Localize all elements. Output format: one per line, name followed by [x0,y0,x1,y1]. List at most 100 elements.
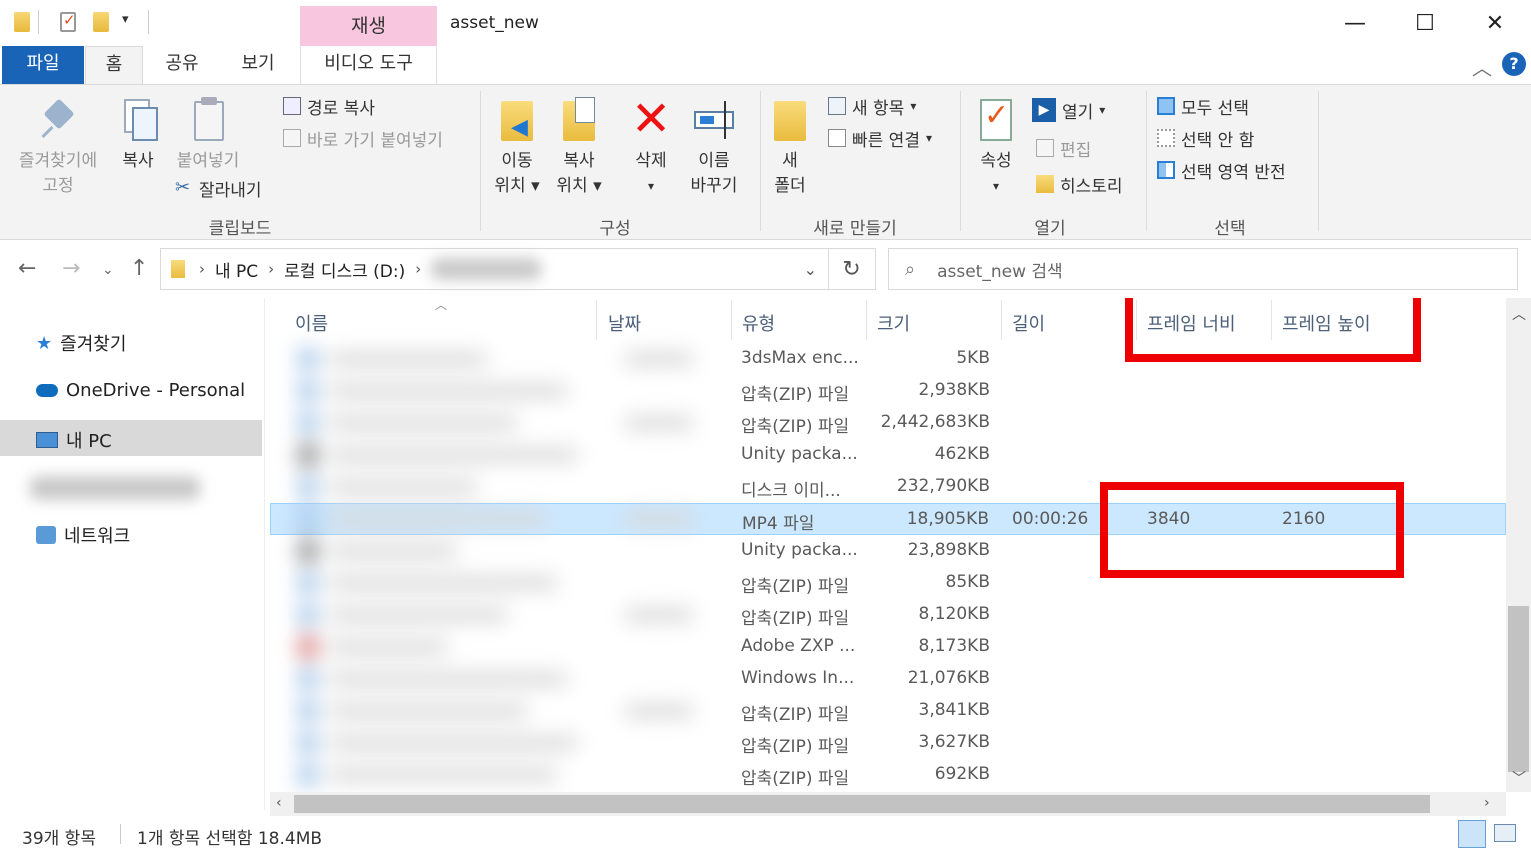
rename-button[interactable]: 이름 바꾸기 [684,95,744,199]
properties-dropdown-icon[interactable]: ▾ [968,174,1024,199]
maximize-button[interactable]: ☐ [1390,0,1460,46]
title-bar: ▾ 재생 asset_new — ☐ ✕ [0,0,1531,46]
tab-share[interactable]: 공유 [150,46,214,84]
cut-button[interactable]: ✂ 잘라내기 [175,175,262,201]
column-divider[interactable] [1001,300,1002,340]
move-to-button[interactable]: ◀ 이동 위치 ▾ [488,95,546,199]
forward-arrow-icon[interactable]: → [62,256,80,281]
cell-type: 압축(ZIP) 파일 [741,417,850,437]
highlight-frame-values [1100,482,1404,578]
column-header-length[interactable]: 길이 [1012,310,1045,336]
tab-video-tools[interactable]: 비디오 도구 [300,46,437,84]
column-header-date[interactable]: 날짜 [608,310,641,336]
vertical-scroll-thumb[interactable] [1508,606,1529,772]
nav-label: 네트워크 [64,526,131,547]
column-header-size[interactable]: 크기 [877,310,910,336]
recent-locations-icon[interactable]: ⌄ [102,262,114,278]
pin-label-2: 고정 [42,176,74,196]
group-label-open: 열기 [1034,219,1066,239]
group-divider [960,91,961,231]
scroll-down-icon[interactable]: ﹀ [1512,768,1526,788]
copy-to-label-2: 위치 ▾ [556,176,602,196]
close-button[interactable]: ✕ [1460,0,1530,46]
paste-button[interactable]: 붙여넣기 [168,95,248,174]
new-folder-quick-icon[interactable] [93,12,109,32]
up-arrow-icon[interactable]: ↑ [130,256,148,281]
window-title: asset_new [450,13,539,33]
cell-type: Adobe ZXP ... [741,636,856,656]
address-dropdown-icon[interactable]: ⌄ [804,260,817,279]
breadcrumb-local-disk[interactable]: 로컬 디스크 (D:) [284,257,405,282]
copy-path-label: 경로 복사 [307,98,375,119]
back-arrow-icon[interactable]: ← [18,256,36,281]
details-view-icon[interactable] [1458,820,1486,848]
select-all-icon [1157,97,1175,115]
large-icons-view-icon[interactable] [1494,824,1516,842]
minimize-button[interactable]: — [1320,0,1390,46]
copy-button[interactable]: 복사 [113,95,163,174]
properties-quick-icon[interactable] [60,11,76,32]
nav-item-this-pc[interactable]: 내 PC [36,427,112,453]
easy-access-icon [828,129,846,147]
ribbon-tabs: 파일 홈 공유 보기 비디오 도구 ︿ ? [0,46,1531,85]
column-header-type[interactable]: 유형 [742,310,775,336]
scroll-left-icon[interactable]: ‹ [276,795,282,811]
pin-label-1: 즐겨찾기에 [18,151,98,171]
history-icon [1036,175,1054,193]
cell-type: Unity packa... [741,540,858,560]
select-all-button[interactable]: 모두 선택 [1157,93,1249,119]
nav-item-onedrive[interactable]: OneDrive - Personal [36,380,245,401]
delete-dropdown-icon[interactable]: ▾ [624,174,678,199]
nav-item-network[interactable]: 네트워크 [36,522,130,548]
select-none-button[interactable]: 선택 안 함 [1157,125,1254,151]
paste-shortcut-button[interactable]: 바로 가기 붙여넣기 [283,125,443,151]
tab-home[interactable]: 홈 [85,46,143,85]
properties-button[interactable]: ✓ 속성 ▾ [968,95,1024,199]
horizontal-scrollbar[interactable]: ‹ › [270,792,1506,816]
pin-to-quick-access-button[interactable]: 즐겨찾기에 고정 [8,95,108,199]
column-header-name[interactable]: 이름 [295,310,328,336]
new-item-icon [828,97,846,115]
divider [148,10,149,34]
column-divider[interactable] [731,300,732,340]
vertical-scrollbar[interactable]: ︿ ﹀ [1506,298,1531,792]
address-bar[interactable]: › 내 PC › 로컬 디스크 (D:) › ⌄ [160,248,876,290]
cell-length: 00:00:26 [1012,509,1089,529]
open-button[interactable]: ▶ 열기 ▾ [1032,97,1105,123]
horizontal-scroll-thumb[interactable] [294,795,1430,813]
tab-file[interactable]: 파일 [2,46,84,84]
customize-quick-access-icon[interactable]: ▾ [122,12,129,27]
easy-access-button[interactable]: 빠른 연결 ▾ [828,125,932,151]
invert-selection-button[interactable]: 선택 영역 반전 [1157,157,1286,183]
collapse-ribbon-icon[interactable]: ︿ [1472,52,1492,81]
cell-type: 디스크 이미... [741,481,841,501]
folder-icon[interactable] [14,12,30,32]
scroll-right-icon[interactable]: › [1484,795,1490,811]
cell-size: 2,442,683KB [880,412,990,432]
delete-button[interactable]: ✕ 삭제 ▾ [624,95,678,199]
help-icon[interactable]: ? [1502,52,1526,76]
search-input[interactable]: ⌕ asset_new 검색 [888,248,1518,290]
refresh-icon[interactable]: ↻ [828,248,874,290]
column-divider[interactable] [866,300,867,340]
nav-item-quick-access[interactable]: ★ 즐겨찾기 [36,330,126,356]
group-label-clipboard: 클립보드 [208,219,272,239]
group-label-new: 새로 만들기 [813,219,897,239]
breadcrumb-this-pc[interactable]: 내 PC [215,257,258,282]
star-icon: ★ [36,332,53,354]
edit-button[interactable]: 편집 [1036,135,1091,161]
group-divider [1146,91,1147,231]
cell-size: 8,173KB [918,636,990,656]
cell-type: 압축(ZIP) 파일 [741,609,850,629]
new-item-button[interactable]: 새 항목 ▾ [828,93,916,119]
scroll-up-icon[interactable]: ︿ [1512,304,1526,324]
tab-view[interactable]: 보기 [226,46,290,84]
copy-to-button[interactable]: 복사 위치 ▾ [550,95,608,199]
delete-icon: ✕ [631,91,672,147]
rename-label-1: 이름 [698,151,730,171]
copy-path-button[interactable]: 경로 복사 [283,93,375,119]
new-folder-button[interactable]: 새 폴더 [766,95,814,199]
history-button[interactable]: 히스토리 [1036,171,1123,197]
paste-shortcut-icon [283,129,301,147]
chevron-right-icon: › [268,260,275,278]
